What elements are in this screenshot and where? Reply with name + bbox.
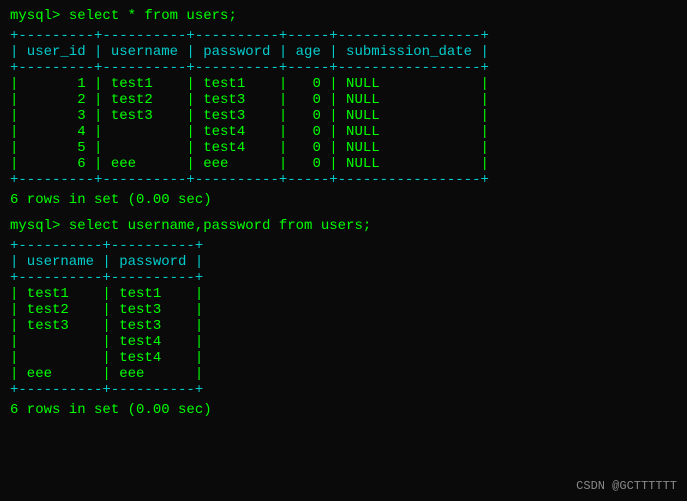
watermark: CSDN @GCTTTTTT <box>576 479 677 493</box>
table2-container: +----------+----------+ | username | pas… <box>10 238 677 398</box>
table1-sep-bot: +---------+----------+----------+-----+-… <box>10 172 677 188</box>
table1-sep-mid: +---------+----------+----------+-----+-… <box>10 60 677 76</box>
table-row: | | test4 | <box>10 334 677 350</box>
query2-prompt: mysql> select username,password from use… <box>10 218 677 234</box>
table-row: | 6 | eee | eee | 0 | NULL | <box>10 156 677 172</box>
prompt2-text: mysql> <box>10 218 69 234</box>
table2-sep-bot: +----------+----------+ <box>10 382 677 398</box>
table-row: | 3 | test3 | test3 | 0 | NULL | <box>10 108 677 124</box>
prompt-text: mysql> <box>10 8 69 24</box>
query1-prompt: mysql> select * from users; <box>10 8 677 24</box>
query2-result: 6 rows in set (0.00 sec) <box>10 402 677 418</box>
table-row: | 1 | test1 | test1 | 0 | NULL | <box>10 76 677 92</box>
table-row: | | test4 | <box>10 350 677 366</box>
table-row: | 2 | test2 | test3 | 0 | NULL | <box>10 92 677 108</box>
query1-command: select * from users; <box>69 8 237 24</box>
table2-sep-top: +----------+----------+ <box>10 238 677 254</box>
table1-sep-top: +---------+----------+----------+-----+-… <box>10 28 677 44</box>
table-row: | test1 | test1 | <box>10 286 677 302</box>
table1-header: | user_id | username | password | age | … <box>10 44 677 60</box>
table2-rows: | test1 | test1 || test2 | test3 || test… <box>10 286 677 382</box>
table-row: | test2 | test3 | <box>10 302 677 318</box>
table2-header: | username | password | <box>10 254 677 270</box>
table-row: | 4 | | test4 | 0 | NULL | <box>10 124 677 140</box>
query1-result: 6 rows in set (0.00 sec) <box>10 192 677 208</box>
table1-rows: | 1 | test1 | test1 | 0 | NULL || 2 | te… <box>10 76 677 172</box>
table2-sep-mid: +----------+----------+ <box>10 270 677 286</box>
table1-container: +---------+----------+----------+-----+-… <box>10 28 677 188</box>
query2-command: select username,password from users; <box>69 218 371 234</box>
table-row: | test3 | test3 | <box>10 318 677 334</box>
table-row: | 5 | | test4 | 0 | NULL | <box>10 140 677 156</box>
table-row: | eee | eee | <box>10 366 677 382</box>
